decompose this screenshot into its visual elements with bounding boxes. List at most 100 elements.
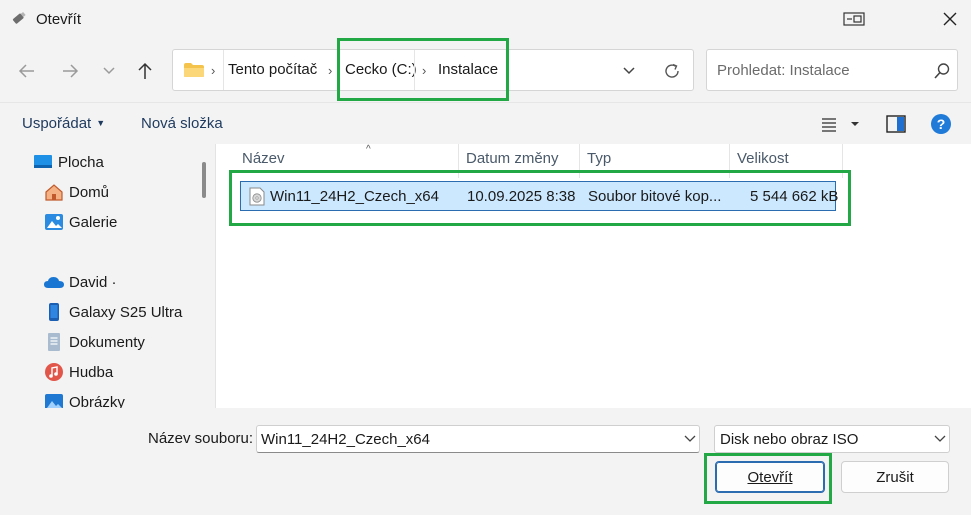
column-header-name[interactable]: ^ Název — [242, 144, 458, 178]
sidebar-item-label: Hudba — [69, 363, 114, 381]
breadcrumb-separator: › — [211, 63, 216, 78]
column-header-date[interactable]: Datum změny — [466, 150, 559, 178]
close-button[interactable] — [936, 6, 964, 32]
organize-button[interactable]: Uspořádat ▼ — [22, 115, 105, 132]
sidebar-item-gallery[interactable]: Galerie — [43, 208, 117, 236]
column-separator[interactable] — [579, 144, 580, 178]
filename-value: Win11_24H2_Czech_x64 — [261, 431, 430, 448]
filename-history-button[interactable] — [683, 433, 697, 445]
disc-image-icon — [249, 187, 265, 206]
sidebar-item-label: David · — [69, 273, 117, 291]
documents-icon — [43, 332, 65, 352]
search-icon[interactable] — [933, 62, 951, 80]
column-separator[interactable] — [842, 144, 843, 178]
column-separator[interactable] — [458, 144, 459, 178]
compact-view-icon — [843, 12, 865, 26]
chevron-down-icon — [684, 435, 696, 442]
list-view-icon — [822, 118, 859, 132]
help-button[interactable]: ? — [930, 113, 952, 135]
open-button[interactable]: Otevřít — [715, 461, 825, 493]
refresh-button[interactable] — [660, 59, 684, 83]
folder-icon — [184, 63, 204, 77]
chevron-down-icon — [623, 67, 635, 75]
file-row[interactable]: Win11_24H2_Czech_x64 10.09.2025 8:38 Sou… — [240, 181, 839, 211]
recent-locations-button[interactable] — [94, 58, 124, 84]
sort-ascending-icon: ^ — [366, 144, 371, 155]
divider — [223, 50, 224, 90]
music-icon — [43, 362, 65, 382]
refresh-icon — [665, 63, 679, 78]
sidebar-item-music[interactable]: Hudba — [43, 358, 113, 386]
arrow-right-icon — [63, 64, 79, 78]
sidebar-item-label: Plocha — [58, 153, 104, 171]
sidebar-item-desktop[interactable]: Plocha — [32, 148, 104, 176]
view-options-button[interactable] — [818, 113, 864, 135]
close-icon — [943, 12, 957, 26]
sidebar-item-label: Galerie — [69, 213, 118, 231]
filetype-select[interactable]: Disk nebo obraz ISO — [714, 425, 950, 453]
pictures-icon — [43, 392, 65, 408]
column-separator[interactable] — [729, 144, 730, 178]
breadcrumb-drive-c[interactable]: Cecko (C:) — [345, 61, 417, 78]
address-dropdown-button[interactable] — [618, 61, 640, 81]
filename-label: Název souboru: — [148, 430, 254, 447]
sidebar-item-pictures[interactable]: Obrázky — [43, 388, 125, 408]
search-placeholder: Prohledat: Instalace — [717, 62, 850, 79]
up-button[interactable] — [130, 58, 160, 84]
preview-pane-icon — [886, 115, 906, 133]
filetype-value: Disk nebo obraz ISO — [720, 431, 859, 448]
file-type: Soubor bitové kop... — [588, 188, 722, 205]
sidebar-item-onedrive[interactable]: David · — [43, 268, 117, 296]
back-button[interactable] — [12, 58, 42, 84]
organize-label: Uspořádat — [22, 115, 92, 132]
cancel-button[interactable]: Zrušit — [841, 461, 949, 493]
home-icon — [43, 182, 65, 202]
chevron-down-icon — [103, 67, 115, 75]
filetype-dropdown-button[interactable] — [933, 433, 947, 445]
file-list: ^ Název Datum změny Typ Velikost Win11_2… — [217, 144, 971, 408]
window-title: Otevřít — [36, 11, 82, 28]
arrow-up-icon — [138, 62, 152, 79]
sidebar-scrollbar[interactable] — [202, 162, 206, 198]
sidebar-item-label: Dokumenty — [69, 333, 145, 351]
breadcrumb-this-pc[interactable]: Tento počítač — [228, 61, 317, 78]
content-area: Plocha Domů Galerie David · Galaxy S25 U… — [0, 144, 971, 408]
sidebar-item-label: Obrázky — [69, 393, 125, 409]
filename-input[interactable]: Win11_24H2_Czech_x64 — [256, 425, 700, 453]
arrow-left-icon — [18, 64, 34, 78]
column-header-type[interactable]: Typ — [587, 150, 611, 178]
file-name: Win11_24H2_Czech_x64 — [270, 188, 439, 205]
breadcrumb-instalace[interactable]: Instalace — [438, 61, 498, 78]
svg-text:?: ? — [937, 116, 946, 132]
file-date: 10.09.2025 8:38 — [467, 188, 576, 205]
caret-down-icon: ▼ — [96, 118, 106, 128]
preview-pane-button[interactable] — [885, 113, 907, 135]
chevron-down-icon — [934, 435, 946, 442]
forward-button[interactable] — [55, 58, 85, 84]
phone-icon — [43, 302, 65, 322]
new-folder-button[interactable]: Nová složka — [141, 115, 223, 132]
sidebar-item-documents[interactable]: Dokumenty — [43, 328, 145, 356]
desktop-icon — [32, 152, 54, 172]
address-bar[interactable]: › Tento počítač › Cecko (C:) › Instalace — [172, 49, 694, 91]
open-button-label: Otevřít — [747, 468, 793, 486]
column-header-size[interactable]: Velikost — [737, 150, 789, 178]
onedrive-cloud-icon — [43, 272, 65, 292]
sidebar-item-home[interactable]: Domů — [43, 178, 109, 206]
gallery-icon — [43, 212, 65, 232]
help-icon: ? — [931, 114, 951, 134]
dialog-footer: Název souboru: Win11_24H2_Czech_x64 Disk… — [0, 408, 971, 515]
navigation-bar: › Tento počítač › Cecko (C:) › Instalace… — [0, 38, 971, 102]
sidebar-item-label: Domů — [69, 183, 110, 201]
toolbar: Uspořádat ▼ Nová složka ? — [0, 102, 971, 144]
title-bar: Otevřít — [0, 0, 971, 38]
breadcrumb-separator[interactable]: › — [328, 63, 332, 78]
divider — [339, 50, 340, 90]
sidebar-item-phone[interactable]: Galaxy S25 Ultra — [43, 298, 182, 326]
search-input[interactable]: Prohledat: Instalace — [706, 49, 958, 91]
column-header-label: Název — [242, 150, 285, 167]
compact-view-button[interactable] — [840, 6, 868, 32]
breadcrumb-separator[interactable]: › — [422, 63, 426, 78]
pen-drive-icon — [12, 11, 26, 24]
file-size: 5 544 662 kB — [750, 188, 839, 205]
